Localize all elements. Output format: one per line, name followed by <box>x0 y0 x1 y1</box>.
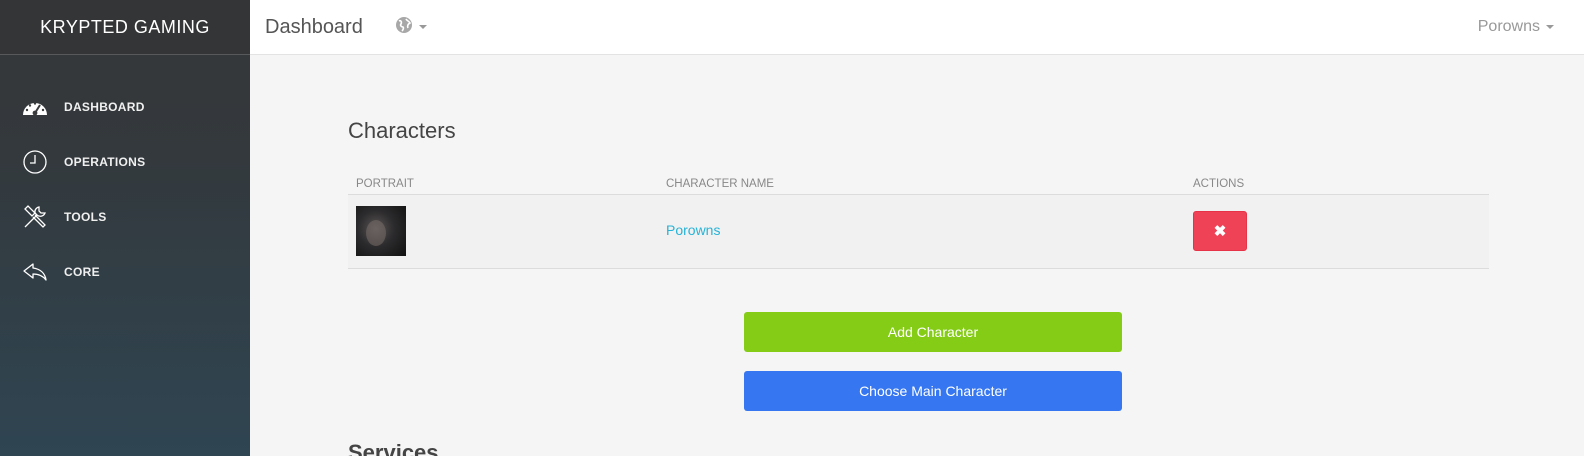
top-navbar: Dashboard Porowns <box>250 0 1584 55</box>
column-header-actions: ACTIONS <box>1185 169 1489 195</box>
dashboard-icon <box>20 92 50 122</box>
services-title: Services <box>348 440 439 456</box>
column-header-portrait: PORTRAIT <box>348 169 658 195</box>
portrait-cell <box>348 194 658 269</box>
page-title: Dashboard <box>265 15 363 38</box>
brand-logo[interactable]: KRYPTED GAMING <box>0 0 250 55</box>
tools-icon <box>20 202 50 232</box>
actions-cell: ✖ <box>1185 194 1489 269</box>
reply-arrow-icon <box>20 257 50 287</box>
sidebar-item-label: OPERATIONS <box>64 154 146 169</box>
close-icon: ✖ <box>1213 223 1227 240</box>
clock-icon <box>20 147 50 177</box>
add-character-button[interactable]: Add Character <box>744 312 1122 352</box>
chevron-down-icon <box>1546 25 1554 29</box>
sidebar-item-label: DASHBOARD <box>64 99 145 114</box>
delete-character-button[interactable]: ✖ <box>1193 211 1247 251</box>
characters-title: Characters <box>348 118 456 143</box>
sidebar-item-core[interactable]: CORE <box>0 244 250 299</box>
characters-table: PORTRAIT CHARACTER NAME ACTIONS Porowns … <box>348 169 1489 269</box>
choose-main-character-button[interactable]: Choose Main Character <box>744 371 1122 411</box>
user-name: Porowns <box>1477 18 1540 35</box>
table-row: Porowns ✖ <box>348 194 1489 269</box>
user-dropdown[interactable]: Porowns <box>1478 18 1554 36</box>
character-portrait <box>356 206 406 256</box>
sidebar-nav: DASHBOARD OPERATIONS TOOLS CORE <box>0 79 250 299</box>
character-name-link[interactable]: Porowns <box>666 222 720 238</box>
globe-icon <box>395 16 413 39</box>
sidebar: KRYPTED GAMING DASHBOARD OPERATIONS TOOL… <box>0 0 250 456</box>
table-header-row: PORTRAIT CHARACTER NAME ACTIONS <box>348 169 1489 195</box>
sidebar-item-label: TOOLS <box>64 209 107 224</box>
sidebar-item-operations[interactable]: OPERATIONS <box>0 134 250 189</box>
chevron-down-icon <box>418 25 427 29</box>
name-cell: Porowns <box>658 194 1185 269</box>
sidebar-item-dashboard[interactable]: DASHBOARD <box>0 79 250 134</box>
main-content: Characters PORTRAIT CHARACTER NAME ACTIO… <box>250 56 1584 456</box>
language-dropdown[interactable] <box>395 16 427 39</box>
sidebar-item-tools[interactable]: TOOLS <box>0 189 250 244</box>
column-header-character-name: CHARACTER NAME <box>658 169 1185 195</box>
sidebar-item-label: CORE <box>64 264 100 279</box>
